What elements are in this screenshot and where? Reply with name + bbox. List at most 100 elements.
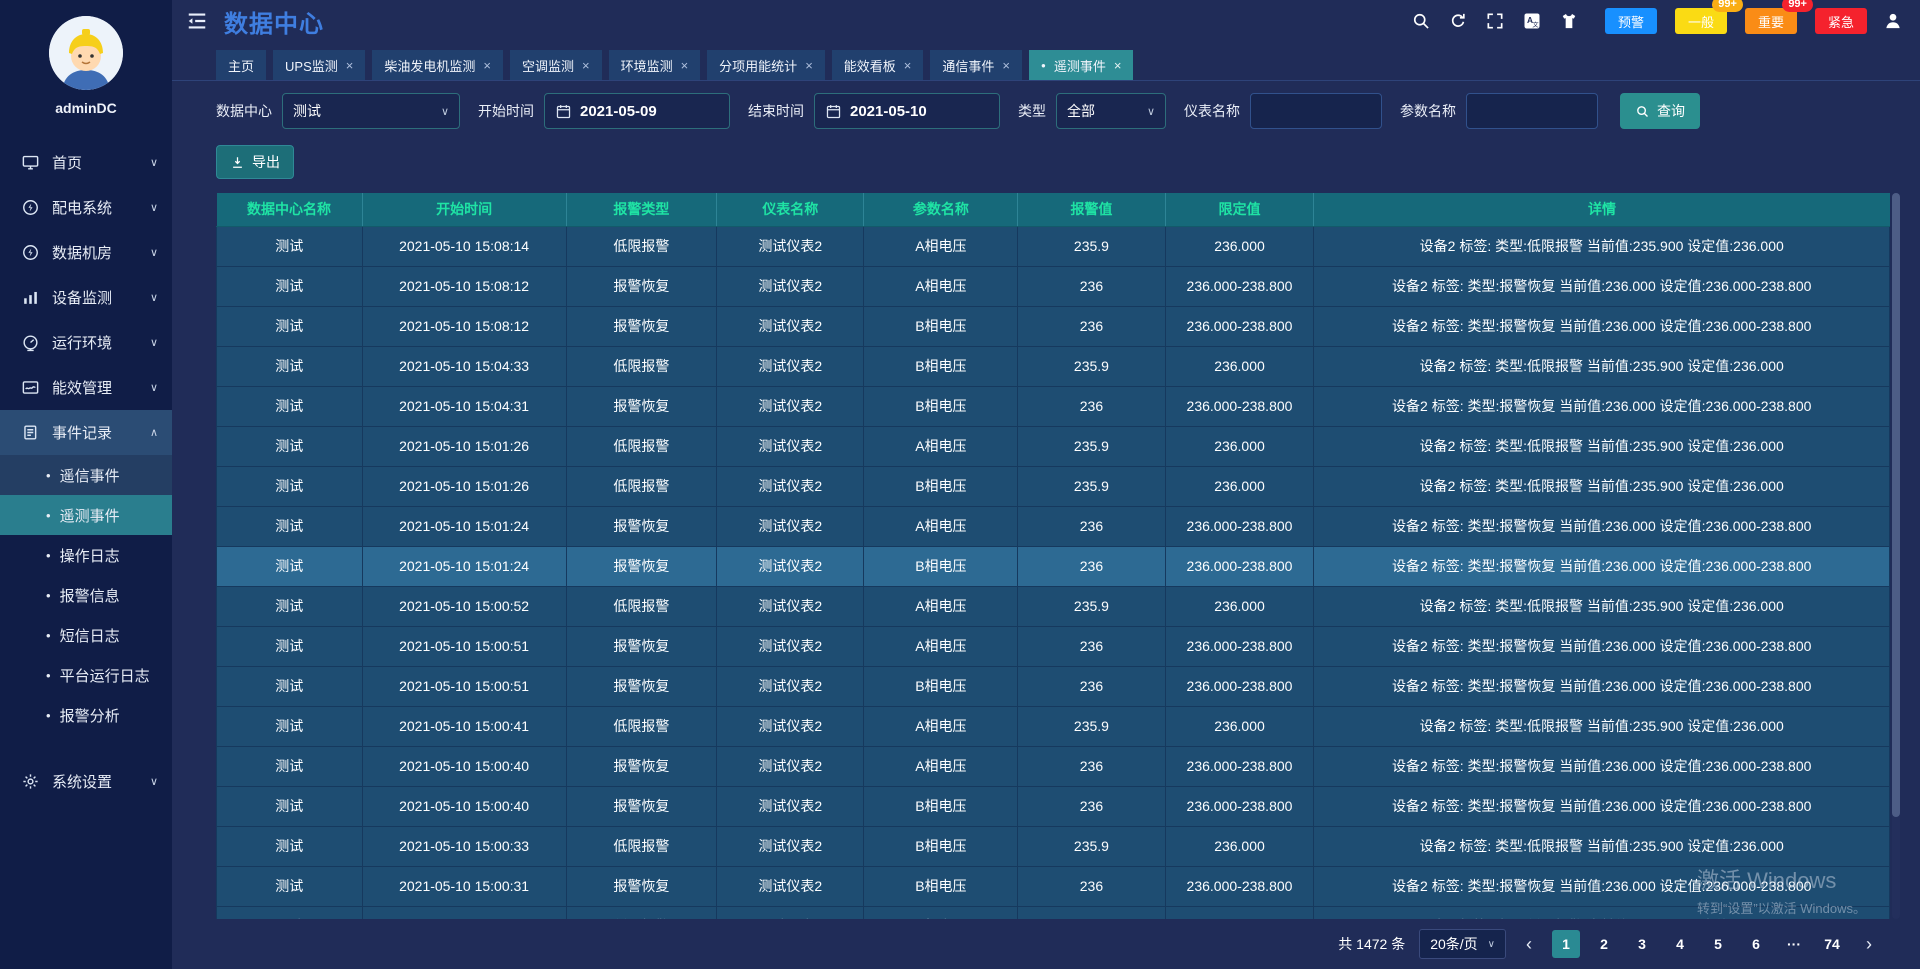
tab-柴油发电机监测[interactable]: 柴油发电机监测 × xyxy=(372,50,503,80)
sidebar-subitem-遥信事件[interactable]: • 遥信事件 xyxy=(0,455,172,495)
sidebar-item-settings[interactable]: 系统设置 ∨ xyxy=(0,759,172,804)
table-cell: 测试仪表2 xyxy=(717,226,864,266)
refresh-icon[interactable] xyxy=(1447,10,1469,32)
close-icon[interactable]: × xyxy=(904,58,912,73)
sidebar-subitem-短信日志[interactable]: • 短信日志 xyxy=(0,615,172,655)
table-cell: 2021-05-10 15:01:24 xyxy=(362,546,566,586)
prev-page-arrow[interactable]: ‹ xyxy=(1520,934,1538,955)
start-date-input[interactable]: 2021-05-09 xyxy=(544,93,730,129)
meter-name-input[interactable] xyxy=(1250,93,1382,129)
alarm-button-一般[interactable]: 一般 99+ xyxy=(1675,8,1727,34)
sidebar-subitem-遥测事件[interactable]: • 遥测事件 xyxy=(0,495,172,535)
table-cell: 236 xyxy=(1018,386,1165,426)
page-button-2[interactable]: 2 xyxy=(1590,930,1618,958)
close-icon[interactable]: × xyxy=(582,58,590,73)
table-cell: 测试 xyxy=(217,466,363,506)
table-row[interactable]: 测试2021-05-10 15:00:31报警恢复测试仪表2B相电压236236… xyxy=(217,866,1890,906)
table-row[interactable]: 测试2021-05-10 15:00:33低限报警测试仪表2B相电压235.92… xyxy=(217,826,1890,866)
page-button-4[interactable]: 4 xyxy=(1666,930,1694,958)
table-row[interactable]: 测试2021-05-10 15:01:26低限报警测试仪表2A相电压235.92… xyxy=(217,426,1890,466)
table-cell: A相电压 xyxy=(864,906,1018,919)
page-button-74[interactable]: 74 xyxy=(1818,930,1846,958)
sidebar-item-energy-efficiency[interactable]: 能效管理 ∨ xyxy=(0,365,172,410)
translate-icon[interactable]: A 文 xyxy=(1521,10,1543,32)
theme-skin-icon[interactable] xyxy=(1558,10,1580,32)
table-row[interactable]: 测试2021-05-10 15:04:33低限报警测试仪表2B相电压235.92… xyxy=(217,346,1890,386)
table-row[interactable]: 测试2021-05-10 15:08:12报警恢复测试仪表2A相电压236236… xyxy=(217,266,1890,306)
tab-遥测事件[interactable]: ● 遥测事件 × xyxy=(1029,50,1133,80)
next-page-arrow[interactable]: › xyxy=(1860,934,1878,955)
close-icon[interactable]: × xyxy=(346,58,354,73)
close-icon[interactable]: × xyxy=(1002,58,1010,73)
bullet-icon: • xyxy=(46,668,51,683)
datacenter-select[interactable]: 测试 ∨ xyxy=(282,93,460,129)
sidebar-subitem-报警分析[interactable]: • 报警分析 xyxy=(0,695,172,735)
tab-分项用能统计[interactable]: 分项用能统计 × xyxy=(707,50,825,80)
table-cell: 设备2 标签: 类型:低限报警 当前值:235.900 设定值:236.000 xyxy=(1314,226,1890,266)
table-row[interactable]: 测试2021-05-10 15:01:24报警恢复测试仪表2A相电压236236… xyxy=(217,506,1890,546)
alarm-buttons: 预警 一般 99+ 重要 99+ 紧急 xyxy=(1601,8,1867,34)
page-button-6[interactable]: 6 xyxy=(1742,930,1770,958)
table-row[interactable]: 测试2021-05-10 15:08:14低限报警测试仪表2A相电压235.92… xyxy=(217,226,1890,266)
alarm-button-紧急[interactable]: 紧急 xyxy=(1815,8,1867,34)
close-icon[interactable]: × xyxy=(1114,58,1122,73)
sidebar-item-power-distribution[interactable]: 配电系统 ∨ xyxy=(0,185,172,230)
page-button-5[interactable]: 5 xyxy=(1704,930,1732,958)
table-row[interactable]: 测试2021-05-10 15:01:24报警恢复测试仪表2B相电压236236… xyxy=(217,546,1890,586)
table-row[interactable]: 测试2021-05-10 15:00:52低限报警测试仪表2A相电压235.92… xyxy=(217,586,1890,626)
param-name-input[interactable] xyxy=(1466,93,1598,129)
table-cell: 236.000-238.800 xyxy=(1165,546,1314,586)
table-row[interactable]: 测试2021-05-10 15:00:51报警恢复测试仪表2B相电压236236… xyxy=(217,666,1890,706)
export-button[interactable]: 导出 xyxy=(216,145,294,179)
scrollbar-thumb[interactable] xyxy=(1892,193,1900,817)
table-cell: 235.9 xyxy=(1018,826,1165,866)
sidebar-subitem-操作日志[interactable]: • 操作日志 xyxy=(0,535,172,575)
table-cell: 报警恢复 xyxy=(566,626,717,666)
close-icon[interactable]: × xyxy=(805,58,813,73)
sidebar-item-environment[interactable]: 运行环境 ∨ xyxy=(0,320,172,365)
tab-能效看板[interactable]: 能效看板 × xyxy=(832,50,924,80)
sidebar-item-event-log[interactable]: 事件记录 ∧ xyxy=(0,410,172,455)
user-icon[interactable] xyxy=(1882,10,1904,32)
table-row[interactable]: 测试2021-05-10 15:01:26低限报警测试仪表2B相电压235.92… xyxy=(217,466,1890,506)
table-row[interactable]: 测试2021-05-10 15:00:40报警恢复测试仪表2A相电压236236… xyxy=(217,746,1890,786)
search-icon[interactable] xyxy=(1410,10,1432,32)
tab-bar: 主页 UPS监测 × 柴油发电机监测 × 空调监测 × 环境监测 × 分项用能统… xyxy=(172,42,1920,81)
sidebar-item-device-monitor[interactable]: 设备监测 ∨ xyxy=(0,275,172,320)
table-cell: 低限报警 xyxy=(566,586,717,626)
type-select[interactable]: 全部 ∨ xyxy=(1056,93,1166,129)
tab-通信事件[interactable]: 通信事件 × xyxy=(930,50,1022,80)
tab-主页[interactable]: 主页 xyxy=(216,50,266,80)
table-cell: 设备2 标签: 类型:低限报警 当前值:235.900 设定值:236.000 xyxy=(1314,906,1890,919)
table-row[interactable]: 测试2021-05-10 15:00:40报警恢复测试仪表2B相电压236236… xyxy=(217,786,1890,826)
page-size-select[interactable]: 20条/页 ∨ xyxy=(1419,929,1506,959)
table-row[interactable]: 测试2021-05-10 15:00:29低限报警测试仪表2A相电压235.92… xyxy=(217,906,1890,919)
tab-空调监测[interactable]: 空调监测 × xyxy=(510,50,602,80)
close-icon[interactable]: × xyxy=(483,58,491,73)
alarm-button-预警[interactable]: 预警 xyxy=(1605,8,1657,34)
fullscreen-icon[interactable] xyxy=(1484,10,1506,32)
sidebar-subitem-平台运行日志[interactable]: • 平台运行日志 xyxy=(0,655,172,695)
table-cell: 测试仪表2 xyxy=(717,666,864,706)
table-row[interactable]: 测试2021-05-10 15:04:31报警恢复测试仪表2B相电压236236… xyxy=(217,386,1890,426)
alarm-button-重要[interactable]: 重要 99+ xyxy=(1745,8,1797,34)
query-button[interactable]: 查询 xyxy=(1620,93,1700,129)
sidebar-subitem-报警信息[interactable]: • 报警信息 xyxy=(0,575,172,615)
tab-UPS监测[interactable]: UPS监测 × xyxy=(273,50,365,80)
table-row[interactable]: 测试2021-05-10 15:08:12报警恢复测试仪表2B相电压236236… xyxy=(217,306,1890,346)
table-cell: B相电压 xyxy=(864,346,1018,386)
sidebar-item-data-room[interactable]: 数据机房 ∨ xyxy=(0,230,172,275)
table-cell: 设备2 标签: 类型:报警恢复 当前值:236.000 设定值:236.000-… xyxy=(1314,306,1890,346)
table-row[interactable]: 测试2021-05-10 15:00:41低限报警测试仪表2A相电压235.92… xyxy=(217,706,1890,746)
end-time-label: 结束时间 xyxy=(748,101,804,121)
close-icon[interactable]: × xyxy=(681,58,689,73)
sidebar-item-home[interactable]: 首页 ∨ xyxy=(0,140,172,185)
table-row[interactable]: 测试2021-05-10 15:00:51报警恢复测试仪表2A相电压236236… xyxy=(217,626,1890,666)
page-button-3[interactable]: 3 xyxy=(1628,930,1656,958)
end-date-input[interactable]: 2021-05-10 xyxy=(814,93,1000,129)
table-cell: B相电压 xyxy=(864,786,1018,826)
page-button-1[interactable]: 1 xyxy=(1552,930,1580,958)
tab-环境监测[interactable]: 环境监测 × xyxy=(609,50,701,80)
table-cell: 测试仪表2 xyxy=(717,746,864,786)
collapse-menu-icon[interactable] xyxy=(186,10,208,32)
